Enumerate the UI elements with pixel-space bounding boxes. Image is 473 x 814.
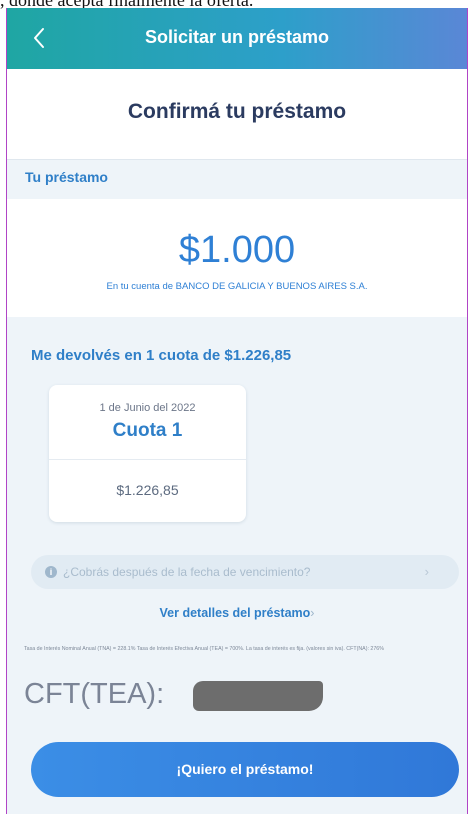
loan-amount-card: $1.000 En tu cuenta de BANCO DE GALICIA … [7, 199, 467, 317]
due-date-info-text: ¿Cobrás después de la fecha de vencimien… [63, 565, 311, 579]
interest-rate-disclaimer: Tasa de Interés Nominal Anual (TNA) = 22… [24, 646, 384, 652]
loan-destination-account: En tu cuenta de BANCO DE GALICIA Y BUENO… [106, 281, 368, 292]
redacted-value [193, 681, 323, 711]
loan-details-label: Ver detalles del préstamo [159, 606, 311, 620]
installment-divider [49, 459, 246, 460]
cft-label: CFT(TEA): [24, 678, 165, 710]
confirm-section: Confirmá tu préstamo [7, 69, 467, 160]
installment-date: 1 de Junio del 2022 [99, 402, 196, 414]
installment-amount: $1.226,85 [116, 482, 179, 498]
header-title: Solicitar un préstamo [144, 27, 330, 47]
screenshot-page: , donde acepta finalmente la oferta. Sol… [0, 0, 473, 814]
top-app-bar: Solicitar un préstamo [7, 8, 467, 69]
chevron-right-icon: › [310, 606, 315, 620]
repayment-title: Me devolvés en 1 cuota de $1.226,85 [31, 347, 292, 364]
app-screen: Solicitar un préstamo Confirmá tu présta… [6, 8, 468, 814]
installment-card: 1 de Junio del 2022 Cuota 1 $1.226,85 [49, 385, 246, 522]
accept-loan-button[interactable]: ¡Quiero el préstamo! [31, 742, 459, 797]
due-date-info-button[interactable]: i ¿Cobrás después de la fecha de vencimi… [31, 555, 459, 589]
chevron-right-icon: › [424, 564, 429, 579]
info-icon: i [45, 566, 57, 578]
loan-section-label: Tu préstamo [25, 169, 108, 185]
loan-details-link[interactable]: Ver detalles del préstamo› [7, 606, 467, 620]
installment-label: Cuota 1 [112, 420, 183, 441]
page-title: Confirmá tu préstamo [127, 100, 347, 123]
loan-amount: $1.000 [178, 229, 296, 271]
